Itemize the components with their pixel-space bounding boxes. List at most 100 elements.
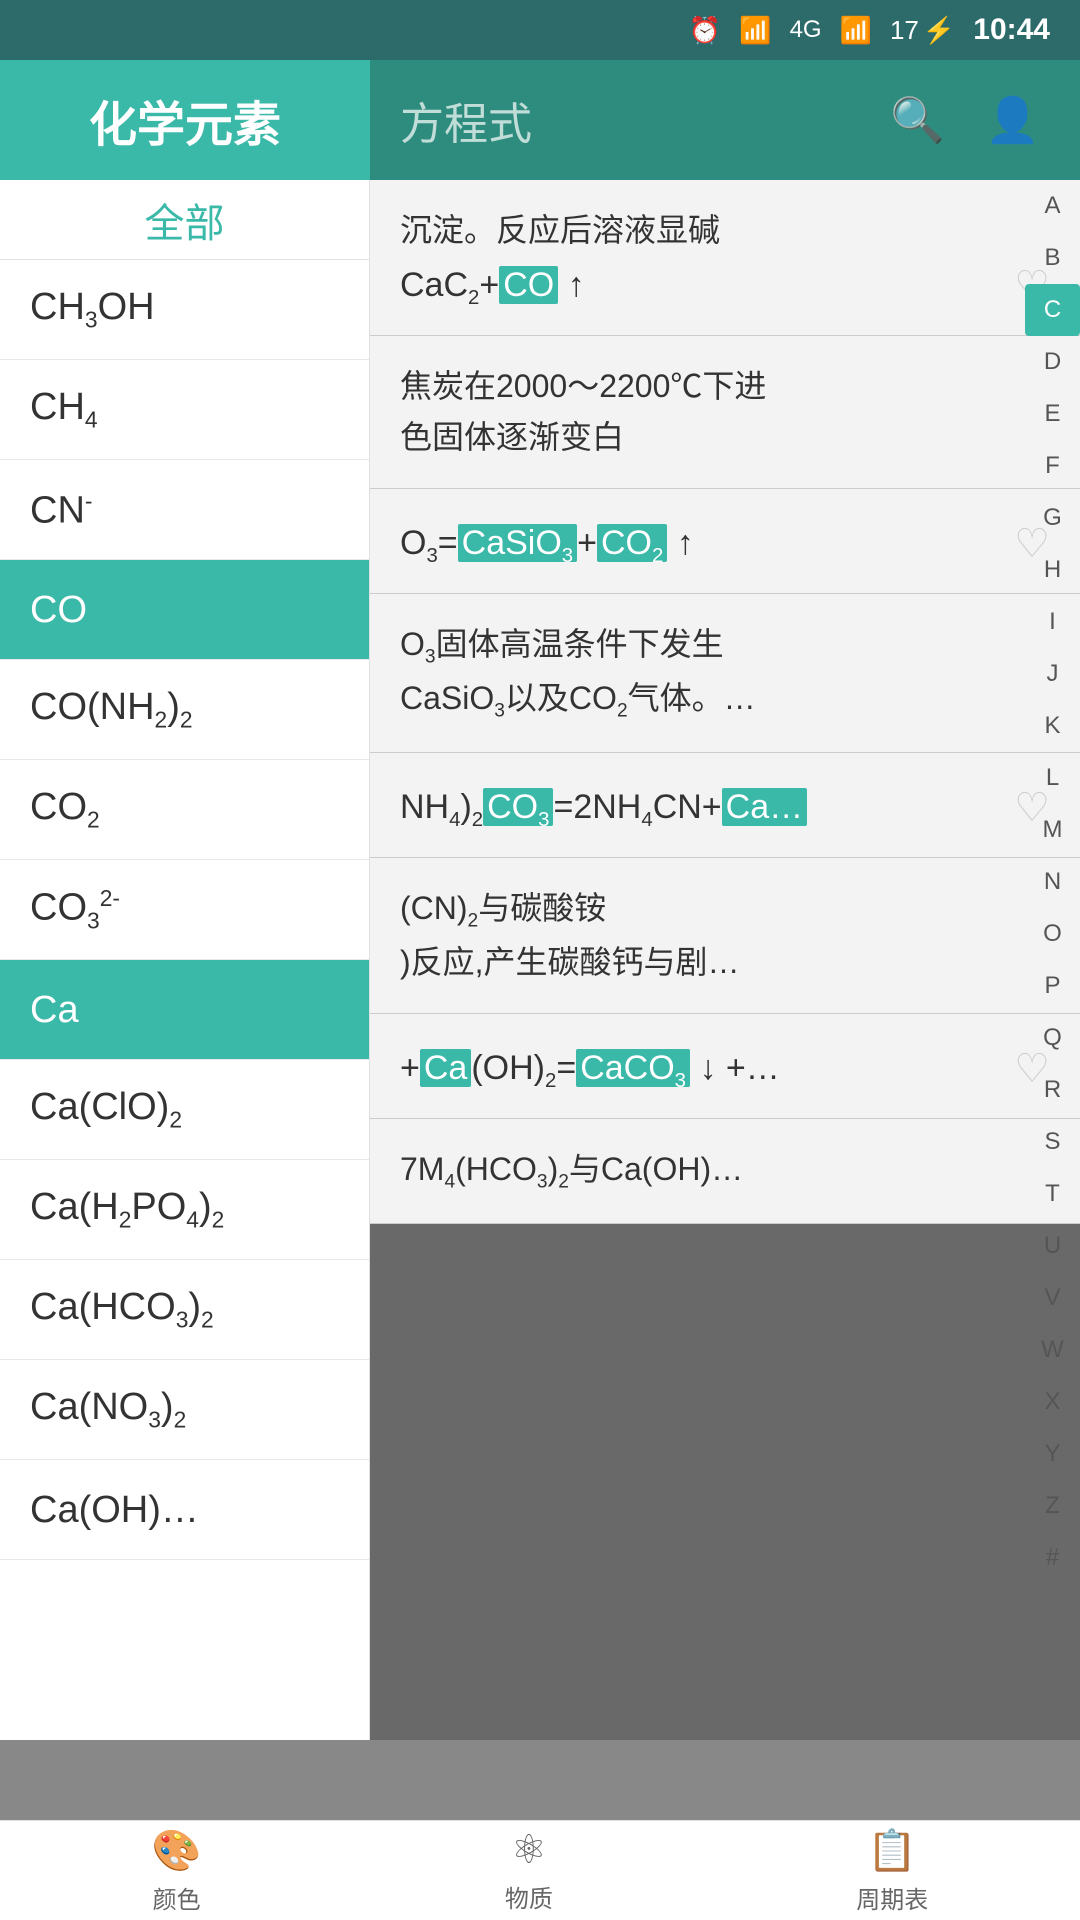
main-content: 全部 CH3OH CH4 CN- CO CO(NH2)2 CO2 CO32- C… [0,180,1080,1740]
nav-periodic[interactable]: 📋 周期表 [856,1827,928,1915]
periodic-label: 周期表 [856,1880,928,1915]
element-item-ca[interactable]: Ca [0,960,369,1060]
card-text: 焦炭在2000～2200℃下进色固体逐渐变白 [400,361,1050,463]
element-item[interactable]: Ca(HCO3)2 [0,1260,369,1360]
alpha-H[interactable]: H [1025,544,1080,596]
alpha-Z[interactable]: Z [1025,1480,1080,1532]
alpha-V[interactable]: V [1025,1272,1080,1324]
element-label: CH3OH [30,288,155,331]
equation-row: O3=CaSiO3+CO2 ↑ ♡ [400,524,1050,568]
element-label: Ca(ClO)2 [30,1088,182,1131]
content-card: NH4)2CO3=2NH4CN+Ca… ♡ [370,753,1080,858]
equation-text: +Ca(OH)2=CaCO3 ↓ +… [400,1049,780,1093]
profile-icon[interactable]: 👤 [985,94,1040,146]
app-header: 化学元素 方程式 🔍 👤 [0,60,1080,180]
alpha-A[interactable]: A [1025,180,1080,232]
alpha-G[interactable]: G [1025,492,1080,544]
highlight-co3: CO3 [483,788,553,826]
content-card: 焦炭在2000～2200℃下进色固体逐渐变白 [370,336,1080,489]
alpha-F[interactable]: F [1025,440,1080,492]
alpha-O[interactable]: O [1025,908,1080,960]
alpha-C[interactable]: C [1025,284,1080,336]
wifi-icon: 📶 [739,15,771,46]
header-left: 化学元素 [0,60,370,180]
element-item[interactable]: Ca(NO3)2 [0,1360,369,1460]
alpha-D[interactable]: D [1025,336,1080,388]
periodic-icon: 📋 [867,1827,917,1874]
equation-row: CaC2+CO ↑ ♡ [400,266,1050,310]
signal-icon: 4G [790,16,822,44]
alpha-W[interactable]: W [1025,1324,1080,1376]
element-item[interactable]: CO2 [0,760,369,860]
highlight-ca: Ca… [722,788,807,826]
header-icons: 🔍 👤 [890,94,1040,146]
element-item[interactable]: CH3OH [0,260,369,360]
alpha-Q[interactable]: Q [1025,1012,1080,1064]
alpha-B[interactable]: B [1025,232,1080,284]
element-label: CO(NH2)2 [30,688,193,731]
alpha-R[interactable]: R [1025,1064,1080,1116]
highlight-co2: CO2 [597,524,667,562]
highlight-co: CO [499,266,558,304]
filter-all-label: 全部 [145,191,225,249]
element-item[interactable]: CO32- [0,860,369,960]
element-item[interactable]: Ca(OH)… [0,1460,369,1560]
equation-text: NH4)2CO3=2NH4CN+Ca… [400,788,807,832]
element-label: Ca(HCO3)2 [30,1288,214,1331]
element-item[interactable]: CH4 [0,360,369,460]
alpha-S[interactable]: S [1025,1116,1080,1168]
alpha-I[interactable]: I [1025,596,1080,648]
card-text: 7M4(HCO3)2与Ca(OH)… [400,1144,1050,1198]
alpha-K[interactable]: K [1025,700,1080,752]
element-label: CO32- [30,887,120,932]
element-label: CO2 [30,788,100,831]
equation-row: NH4)2CO3=2NH4CN+Ca… ♡ [400,788,1050,832]
nav-matter[interactable]: ⚛ 物质 [505,1827,553,1914]
card-text: O3固体高温条件下发生CaSiO3以及CO2气体。… [400,619,1050,727]
highlight-ca2: Ca [420,1049,471,1087]
element-item[interactable]: CO(NH2)2 [0,660,369,760]
alpha-L[interactable]: L [1025,752,1080,804]
element-item[interactable]: CN- [0,460,369,560]
alpha-Y[interactable]: Y [1025,1428,1080,1480]
element-label: CN- [30,490,92,530]
alarm-icon: ⏰ [689,15,721,46]
app-title: 化学元素 [89,85,281,155]
content-card: O3=CaSiO3+CO2 ↑ ♡ [370,489,1080,594]
element-item-co[interactable]: CO [0,560,369,660]
content-card: 沉淀。反应后溶液显碱 CaC2+CO ↑ ♡ [370,180,1080,336]
element-item[interactable]: Ca(H2PO4)2 [0,1160,369,1260]
highlight-caco3: CaCO3 [576,1049,690,1087]
content-card: O3固体高温条件下发生CaSiO3以及CO2气体。… [370,594,1080,753]
alpha-T[interactable]: T [1025,1168,1080,1220]
element-label: Ca(H2PO4)2 [30,1188,224,1231]
content-card: 7M4(HCO3)2与Ca(OH)… [370,1119,1080,1224]
header-right: 方程式 🔍 👤 [370,60,1080,180]
color-icon: 🎨 [152,1827,202,1874]
element-label: Ca [30,991,79,1029]
card-text: (CN)2与碳酸铵)反应,产生碳酸钙与剧… [400,883,1050,988]
equation-text: O3=CaSiO3+CO2 ↑ [400,524,694,568]
battery-icon: ⚡ [923,15,955,46]
element-label: Ca(NO3)2 [30,1388,186,1431]
nav-color[interactable]: 🎨 颜色 [152,1827,202,1915]
alpha-E[interactable]: E [1025,388,1080,440]
alpha-N[interactable]: N [1025,856,1080,908]
filter-all[interactable]: 全部 [0,180,369,260]
highlight-casio3: CaSiO3 [458,524,577,562]
alpha-U[interactable]: U [1025,1220,1080,1272]
content-card: +Ca(OH)2=CaCO3 ↓ +… ♡ [370,1014,1080,1119]
color-label: 颜色 [153,1880,201,1915]
content-panel: 沉淀。反应后溶液显碱 CaC2+CO ↑ ♡ 焦炭在2000～2200℃下进色固… [370,180,1080,1740]
equation-text: CaC2+CO ↑ [400,266,585,310]
bottom-nav: 🎨 颜色 ⚛ 物质 📋 周期表 [0,1820,1080,1920]
search-icon[interactable]: 🔍 [890,94,945,146]
alpha-M[interactable]: M [1025,804,1080,856]
matter-label: 物质 [505,1879,553,1914]
alpha-J[interactable]: J [1025,648,1080,700]
alpha-P[interactable]: P [1025,960,1080,1012]
alpha-X[interactable]: X [1025,1376,1080,1428]
element-list: 全部 CH3OH CH4 CN- CO CO(NH2)2 CO2 CO32- C… [0,180,370,1740]
alpha-hash[interactable]: # [1025,1532,1080,1584]
element-item[interactable]: Ca(ClO)2 [0,1060,369,1160]
